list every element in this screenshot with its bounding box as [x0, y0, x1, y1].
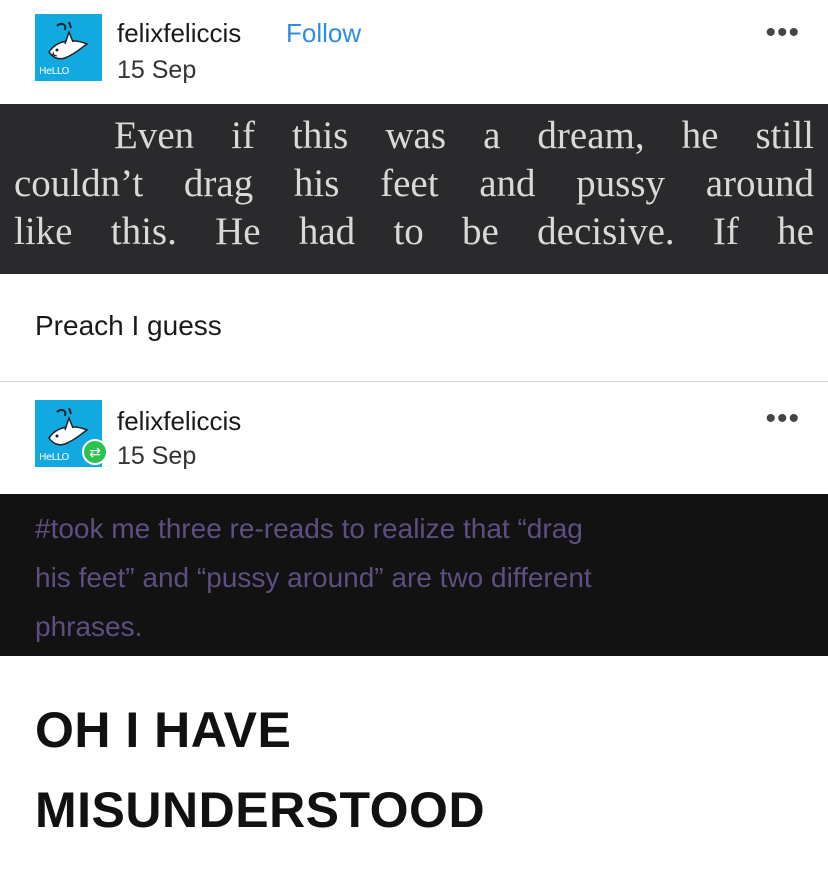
- tag-line: his feet” and “pussy around” are two dif…: [35, 562, 592, 593]
- caption-line: OH I HAVE: [35, 702, 292, 758]
- excerpt-line: Even if this was a dream, he still: [114, 114, 814, 157]
- book-excerpt-image: Even if this was a dream, he still could…: [0, 104, 828, 274]
- caption-line: MISUNDERSTOOD: [35, 782, 486, 838]
- follow-button[interactable]: Follow: [286, 18, 361, 49]
- tags-block: #took me three re-reads to realize that …: [0, 494, 828, 656]
- avatar-label: HeLLO: [39, 452, 69, 463]
- excerpt-line: couldn’t drag his feet and pussy around: [14, 162, 814, 205]
- excerpt-line: like this. He had to be decisive. If he: [14, 210, 814, 253]
- reblog-header: HeLLO ⇄ felixfeliccis 15 Sep •••: [0, 388, 828, 488]
- tag-line: phrases.: [35, 611, 143, 642]
- reblog-icon: ⇄: [82, 439, 108, 465]
- post-date: 15 Sep: [117, 56, 197, 84]
- post-comment: Preach I guess: [35, 310, 222, 341]
- reaction-caption: OH I HAVE MISUNDERSTOOD: [35, 690, 485, 850]
- username[interactable]: felixfeliccis: [117, 406, 241, 437]
- more-options-icon[interactable]: •••: [765, 402, 800, 436]
- post-header: HeLLO felixfeliccis Follow 15 Sep •••: [0, 0, 828, 100]
- tag-line: #took me three re-reads to realize that …: [35, 513, 583, 544]
- username[interactable]: felixfeliccis: [117, 18, 241, 49]
- divider: [0, 381, 828, 382]
- more-options-icon[interactable]: •••: [765, 16, 800, 50]
- post-date: 15 Sep: [117, 442, 197, 470]
- avatar[interactable]: HeLLO: [35, 14, 102, 81]
- avatar-label: HeLLO: [39, 66, 69, 77]
